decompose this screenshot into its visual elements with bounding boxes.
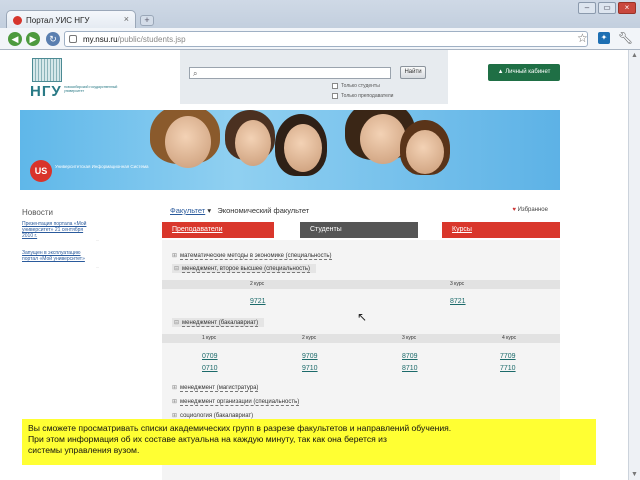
news-date: ...: [96, 237, 100, 242]
browser-toolbar: ◀ ▶ ↻ my.nsu.ru/public/students.jsp: [0, 28, 640, 50]
course-label: 3 курс: [402, 335, 417, 341]
search-icon: ⌕: [193, 69, 198, 78]
favicon-icon: [13, 16, 22, 25]
news-title: Новости: [22, 208, 53, 217]
news-date: ...: [96, 264, 100, 269]
logo-subtitle: новосибирский государственный университе…: [64, 85, 118, 93]
maximize-button[interactable]: ▭: [598, 2, 616, 14]
group-link[interactable]: 7710: [500, 365, 516, 372]
building-logo-icon: [32, 58, 62, 82]
group-link[interactable]: 8710: [402, 365, 418, 372]
tab-students[interactable]: Студенты: [300, 222, 418, 238]
back-icon[interactable]: ◀: [8, 32, 22, 46]
close-window-button[interactable]: ×: [618, 2, 636, 14]
window-controls: – ▭ ×: [578, 2, 636, 14]
group-link[interactable]: 8709: [402, 353, 418, 360]
search-button[interactable]: Найти: [400, 66, 426, 79]
dropdown-icon[interactable]: ▾: [207, 206, 211, 215]
students-only-checkbox[interactable]: Только студенты: [332, 83, 380, 89]
caption-line: системы управления вузом.: [28, 445, 140, 455]
photo-face: [406, 130, 444, 174]
url-text: my.nsu.ru/public/students.jsp: [83, 35, 186, 44]
specialty-item[interactable]: ⊞ менеджмент (магистратура): [172, 384, 259, 392]
address-bar[interactable]: my.nsu.ru/public/students.jsp: [64, 31, 588, 47]
specialty-item[interactable]: ⊞ математические методы в экономике (спец…: [172, 252, 332, 260]
group-link[interactable]: 7709: [500, 353, 516, 360]
forward-icon[interactable]: ▶: [26, 32, 40, 46]
course-label: 4 курс: [502, 335, 517, 341]
group-link[interactable]: 0709: [202, 353, 218, 360]
us-logo-icon: US: [30, 160, 52, 182]
search-panel: ⌕ Найти Только студенты Только преподава…: [180, 50, 448, 104]
browser-chrome: Портал УИС НГУ × + – ▭ × ◀ ▶ ↻ my.nsu.ru…: [0, 0, 640, 50]
page-viewport: НГУ новосибирский государственный универ…: [0, 50, 628, 480]
group-link[interactable]: 9710: [302, 365, 318, 372]
logo-text: НГУ: [30, 83, 62, 100]
extension-icon[interactable]: ✦: [598, 32, 610, 44]
specialty-item-expanded[interactable]: ⊟ менеджмент, второе высшее (специальност…: [172, 264, 316, 273]
teachers-only-checkbox[interactable]: Только преподаватели: [332, 93, 393, 99]
tab-courses[interactable]: Курсы: [442, 222, 560, 238]
group-link[interactable]: 9721: [250, 298, 266, 305]
photo-face: [165, 116, 211, 168]
reload-icon[interactable]: ↻: [46, 32, 60, 46]
wrench-icon[interactable]: 🔧︎: [618, 31, 633, 45]
course-label: 2 курс: [302, 335, 317, 341]
specialty-item[interactable]: ⊞ менеджмент организации (специальность): [172, 398, 300, 406]
checkbox[interactable]: [332, 83, 338, 89]
course-label: 1 курс: [202, 335, 217, 341]
tab-teachers[interactable]: Преподаватели: [162, 222, 274, 238]
browser-tab[interactable]: Портал УИС НГУ ×: [6, 10, 136, 30]
personal-cabinet-button[interactable]: ▲ Личный кабинет: [488, 64, 560, 81]
tab-close-icon[interactable]: ×: [124, 14, 129, 24]
course-label: 2 курс: [250, 281, 265, 287]
tab-title: Портал УИС НГУ: [26, 16, 90, 25]
vertical-scrollbar[interactable]: ▲ ▼: [628, 50, 640, 480]
group-link[interactable]: 0710: [202, 365, 218, 372]
search-input[interactable]: ⌕: [189, 67, 391, 79]
photo-face: [360, 114, 406, 164]
group-link[interactable]: 9709: [302, 353, 318, 360]
caption-line: Вы сможете просматривать списки академич…: [28, 423, 452, 433]
course-label: 3 курс: [450, 281, 465, 287]
course-header-row: 1 курс 2 курс 3 курс 4 курс: [162, 334, 560, 343]
heart-icon: ♥: [512, 207, 516, 213]
nsu-logo[interactable]: НГУ новосибирский государственный универ…: [30, 56, 120, 100]
scroll-up-icon[interactable]: ▲: [631, 52, 638, 59]
photo-face: [235, 120, 271, 166]
banner-photo: US Университетская Информационная Систем…: [20, 110, 560, 190]
star-icon[interactable]: ☆: [577, 31, 588, 45]
page-icon: [69, 35, 77, 43]
minimize-button[interactable]: –: [578, 2, 596, 14]
caption-line: При этом информация об их составе актуал…: [28, 434, 387, 444]
news-link[interactable]: Презентация портала «Мой университет» 21…: [22, 221, 90, 239]
specialty-item-expanded[interactable]: ⊟ менеджмент (бакалавриат): [172, 318, 265, 327]
new-tab-button[interactable]: +: [140, 15, 154, 26]
favorites-link[interactable]: ♥ Избранное: [512, 207, 548, 213]
specialty-item[interactable]: ⊞ социология (бакалавриат): [172, 412, 254, 420]
breadcrumb-current: Экономический факультет: [217, 206, 310, 215]
group-link[interactable]: 8721: [450, 298, 466, 305]
breadcrumb: Факультет ▾ Экономический факультет: [170, 206, 309, 215]
breadcrumb-faculty-link[interactable]: Факультет: [170, 206, 205, 215]
news-link[interactable]: Запущен в эксплуатацию портал «Мой униве…: [22, 250, 90, 262]
section-tabs: Преподаватели Студенты Курсы: [162, 222, 560, 238]
tab-bar: Портал УИС НГУ × +: [0, 6, 640, 30]
course-header-row: 2 курс 3 курс: [162, 280, 560, 289]
mouse-cursor-icon: ↖: [357, 310, 368, 324]
checkbox[interactable]: [332, 93, 338, 99]
photo-face: [284, 124, 322, 172]
scroll-down-icon[interactable]: ▼: [631, 471, 638, 478]
us-logo-text: Университетская Информационная Система: [55, 164, 149, 169]
caption-overlay: Вы сможете просматривать списки академич…: [22, 419, 596, 465]
